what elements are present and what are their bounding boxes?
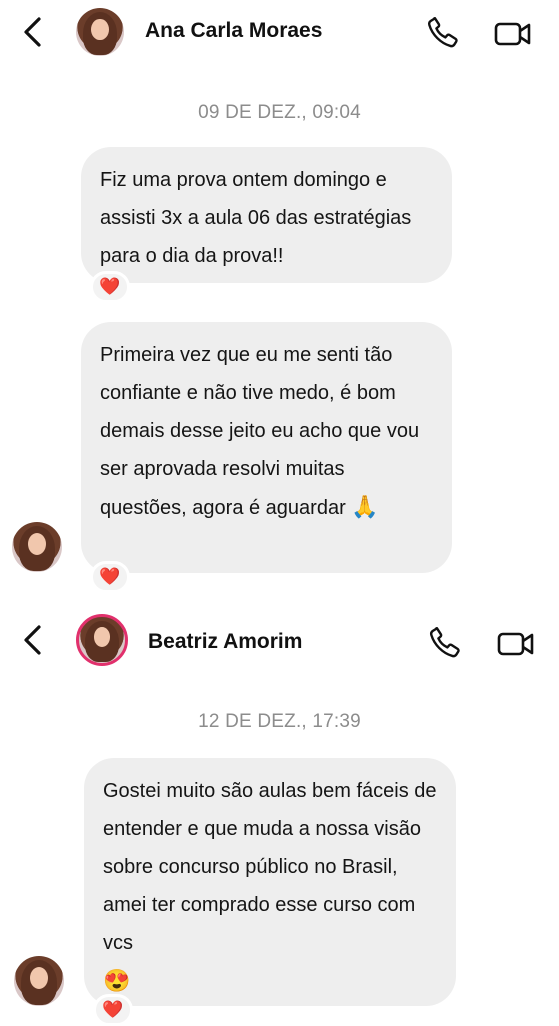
heart-reaction-icon[interactable]: ❤️ [93, 994, 133, 1026]
chat-header-beatriz: Beatriz Amorim [0, 610, 559, 670]
date-separator: 09 DE DEZ., 09:04 [198, 102, 361, 123]
date-separator: 12 DE DEZ., 17:39 [198, 711, 361, 732]
message-text: Gostei muito são aulas bem fáceis de ent… [103, 780, 437, 954]
chat-header-ana: Ana Carla Moraes [0, 2, 559, 62]
sender-avatar[interactable] [12, 522, 62, 572]
phone-icon[interactable] [425, 14, 461, 50]
heart-reaction-icon[interactable]: ❤️ [90, 561, 130, 593]
message-bubble[interactable]: Gostei muito são aulas bem fáceis de ent… [84, 758, 456, 1006]
video-camera-icon[interactable] [494, 19, 532, 49]
message-text: Primeira vez que eu me senti tão confian… [100, 344, 420, 519]
back-chevron-icon[interactable] [20, 624, 46, 656]
heart-eyes-emoji: 😍 [103, 968, 131, 993]
contact-name[interactable]: Beatriz Amorim [148, 630, 302, 654]
heart-reaction-icon[interactable]: ❤️ [90, 271, 130, 303]
message-bubble[interactable]: Primeira vez que eu me senti tão confian… [81, 322, 452, 573]
avatar[interactable] [76, 8, 124, 56]
sender-avatar[interactable] [14, 956, 64, 1006]
praying-hands-emoji: 🙏 [351, 494, 379, 519]
back-chevron-icon[interactable] [20, 16, 46, 48]
contact-name[interactable]: Ana Carla Moraes [145, 19, 322, 43]
video-camera-icon[interactable] [497, 629, 535, 659]
phone-icon[interactable] [427, 624, 463, 660]
message-text: Fiz uma prova ontem domingo e assisti 3x… [100, 169, 412, 267]
avatar-with-story-ring[interactable] [76, 614, 128, 666]
message-bubble[interactable]: Fiz uma prova ontem domingo e assisti 3x… [81, 147, 452, 283]
